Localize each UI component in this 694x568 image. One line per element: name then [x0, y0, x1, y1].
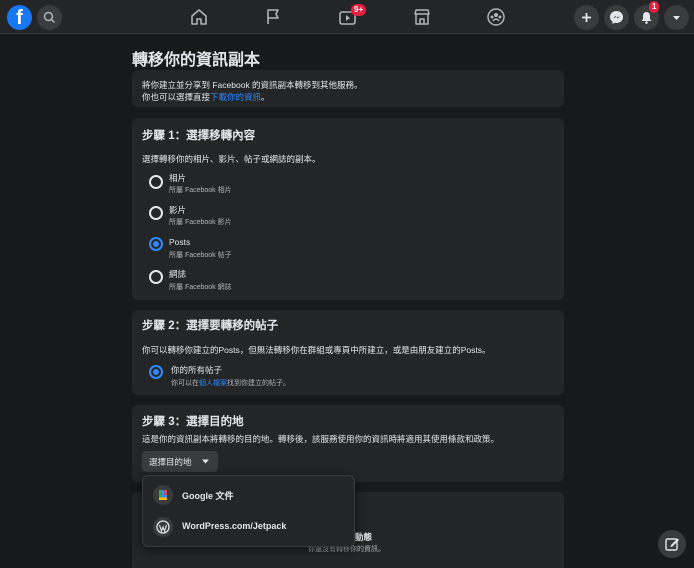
- wordpress-icon: [153, 517, 173, 537]
- marketplace-tab[interactable]: [410, 5, 434, 29]
- photos-radio[interactable]: [149, 175, 163, 189]
- watch-tab[interactable]: 9+: [336, 4, 367, 29]
- step2-description: 你可以轉移你建立的Posts，但無法轉移你在群組或專頁中所建立，或是由朋友建立的…: [142, 345, 491, 355]
- page-title: 轉移你的資訊副本: [132, 52, 261, 69]
- menu-item-wordpress[interactable]: WordPress.com/Jetpack: [143, 512, 356, 542]
- posts-sub: 所屬 Facebook 帖子: [169, 252, 232, 259]
- intro-text-line1: 將你建立並分享到 Facebook 的資訊副本轉移到其他服務。: [142, 80, 363, 90]
- home-tab[interactable]: [187, 5, 211, 29]
- step2-card: 步驟 2：選擇要轉移的帖子 你可以轉移你建立的Posts，但無法轉移你在群組或專…: [132, 310, 564, 395]
- all-posts-sub-suffix: 找到你建立的帖子。: [227, 380, 290, 387]
- facebook-logo[interactable]: f: [7, 5, 32, 30]
- step2-title: 步驟 2：選擇要轉移的帖子: [142, 320, 279, 332]
- videos-label: 影片: [169, 205, 187, 215]
- video-badge: 9+: [351, 4, 367, 16]
- home-icon: [191, 9, 207, 25]
- menu-item-google-docs[interactable]: Google 文件: [143, 480, 356, 510]
- posts-radio[interactable]: [149, 237, 163, 251]
- plus-icon: [582, 13, 591, 22]
- account-menu-button[interactable]: [664, 5, 689, 30]
- step3-title: 步驟 3：選擇目的地: [142, 416, 244, 428]
- search-button[interactable]: [37, 5, 62, 30]
- groups-icon: [487, 8, 505, 26]
- all-posts-radio[interactable]: [149, 365, 163, 379]
- intro-card: 將你建立並分享到 Facebook 的資訊副本轉移到其他服務。 你也可以選擇直接…: [132, 70, 564, 107]
- videos-radio[interactable]: [149, 206, 163, 220]
- step1-description: 選擇轉移你的相片、影片、帖子或網誌的副本。: [142, 154, 321, 164]
- google-docs-icon: [153, 485, 173, 505]
- google-docs-label: Google 文件: [182, 491, 234, 501]
- flag-icon: [267, 9, 279, 24]
- photos-label: 相片: [169, 173, 187, 183]
- messenger-button[interactable]: [604, 5, 629, 30]
- photos-sub: 所屬 Facebook 相片: [169, 187, 232, 194]
- intro-line2-suffix: 。: [261, 92, 270, 102]
- step1-title: 步驟 1：選擇移轉內容: [142, 130, 256, 142]
- choose-destination-label: 選擇目的地: [149, 457, 192, 467]
- top-navigation-bar: f 9+ 1: [0, 0, 694, 34]
- compose-icon: [665, 538, 679, 551]
- destination-menu: Google 文件 WordPress.com/Jetpack: [142, 475, 355, 547]
- messenger-icon: [610, 11, 623, 24]
- choose-destination-dropdown[interactable]: 選擇目的地: [142, 451, 218, 472]
- download-your-info-link[interactable]: 下載你的資訊: [210, 92, 261, 102]
- videos-sub: 所屬 Facebook 影片: [169, 219, 232, 226]
- all-posts-sub-prefix: 你可以在: [171, 380, 199, 387]
- notes-sub: 所屬 Facebook 網誌: [169, 284, 232, 291]
- search-icon: [43, 11, 56, 24]
- step1-card: 步驟 1：選擇移轉內容 選擇轉移你的相片、影片、帖子或網誌的副本。 相片 所屬 …: [132, 118, 564, 300]
- wordpress-label: WordPress.com/Jetpack: [182, 521, 287, 531]
- all-posts-sub: 你可以在個人檔案找到你建立的帖子。: [171, 378, 290, 388]
- groups-tab[interactable]: [484, 5, 508, 29]
- notes-label: 網誌: [169, 269, 187, 279]
- posts-label: Posts: [169, 237, 191, 247]
- profile-link[interactable]: 個人檔案: [199, 380, 227, 387]
- shop-icon: [414, 9, 430, 25]
- step3-description: 這是你的資訊副本將轉移的目的地。轉移後，該服務使用你的資訊時將適用其使用條款和政…: [142, 434, 500, 444]
- notifications-button[interactable]: 1: [634, 1, 660, 30]
- caret-down-icon: [673, 16, 680, 20]
- step4-title-partial: 動態: [355, 532, 373, 542]
- create-button[interactable]: [574, 5, 599, 30]
- all-posts-label: 你的所有帖子: [171, 365, 223, 375]
- intro-text-line2: 你也可以選擇直接下載你的資訊。: [142, 91, 270, 103]
- notes-radio[interactable]: [149, 270, 163, 284]
- pages-tab[interactable]: [261, 5, 285, 29]
- new-message-button[interactable]: [658, 530, 686, 558]
- intro-line2-prefix: 你也可以選擇直接: [142, 92, 211, 102]
- caret-down-icon: [202, 459, 209, 464]
